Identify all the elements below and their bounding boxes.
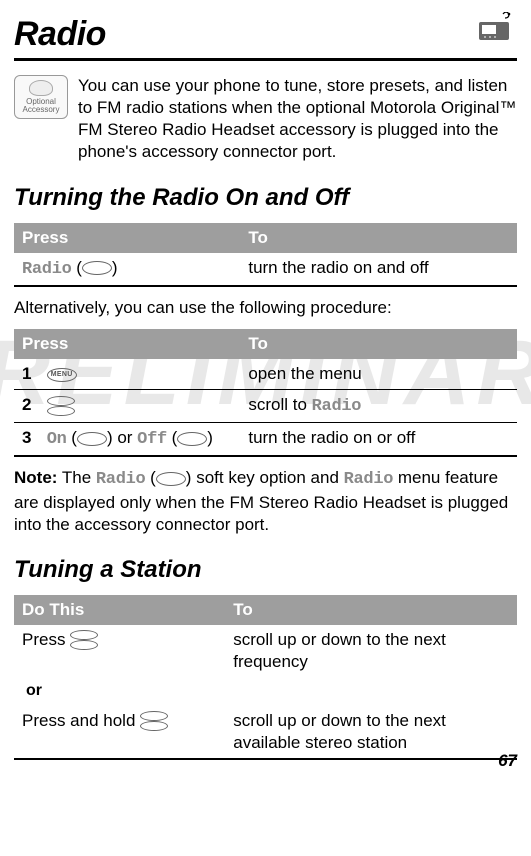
th-press: Press (14, 223, 240, 253)
section-title-on-off: Turning the Radio On and Off (14, 182, 517, 213)
section-title-tuning: Tuning a Station (14, 554, 517, 585)
down-key-icon (47, 406, 75, 416)
note-label: Note: (14, 468, 57, 487)
t2r2-soft: Radio (312, 397, 362, 416)
t3r1-right: scroll up or down to the next frequency (225, 625, 517, 677)
t1-left: Radio () (14, 253, 240, 286)
note-paragraph: Note: The Radio () soft key option and R… (14, 467, 517, 535)
updown-key-icon-2 (70, 630, 98, 650)
intro-text: You can use your phone to tune, store pr… (78, 75, 517, 163)
paren-close: ) (112, 258, 118, 277)
up-key-icon-2 (70, 630, 98, 640)
table-do-this: Do This To Press scroll up or down to th… (14, 595, 517, 760)
th-press-2: Press (14, 329, 240, 359)
updown-key-icon-3 (140, 711, 168, 731)
updown-key-icon (47, 396, 75, 416)
t2r2-right: scroll to Radio (240, 390, 517, 423)
optional-accessory-badge: Optional Accessory (14, 75, 68, 119)
t2r2-pre: scroll to (248, 395, 311, 414)
softkey-icon (82, 261, 112, 275)
phone-radio-icon (475, 12, 517, 42)
page-title: Radio (14, 12, 106, 56)
step-2-num: 2 (22, 394, 42, 416)
note-t1: The (57, 468, 95, 487)
down-key-icon-3 (140, 721, 168, 731)
t2r3-left: 3 On () or Off () (14, 423, 240, 457)
t3r1-press: Press (22, 630, 70, 649)
step-1-num: 1 (22, 363, 42, 385)
t3r2-left: Press and hold (14, 706, 225, 759)
up-key-icon (47, 396, 75, 406)
table-press-to-2: Press To 1 open the menu 2 (14, 329, 517, 457)
softkey-on: On (47, 430, 67, 449)
t2r3-right: turn the radio on or off (240, 423, 517, 457)
th-to-2: To (240, 329, 517, 359)
t1-right: turn the radio on and off (240, 253, 517, 286)
softkey-icon-4 (156, 472, 186, 486)
t2r2-left: 2 (14, 390, 240, 423)
th-dothis: Do This (14, 595, 225, 625)
t2r1-right: open the menu (240, 359, 517, 390)
softkey-icon-3 (177, 432, 207, 446)
note-soft1: Radio (96, 470, 146, 489)
t3r2-right: scroll up or down to the next available … (225, 706, 517, 759)
or-text: or (113, 428, 138, 447)
alt-procedure-text: Alternatively, you can use the following… (14, 297, 517, 319)
t3r1-left: Press (14, 625, 225, 677)
t2r1-left: 1 (14, 359, 240, 390)
note-soft2: Radio (344, 470, 394, 489)
table-press-to-1: Press To Radio () turn the radio on and … (14, 223, 517, 287)
note-t2: soft key option and (191, 468, 343, 487)
softkey-radio: Radio (22, 260, 72, 279)
or-separator: or (14, 677, 517, 706)
down-key-icon-2 (70, 640, 98, 650)
th-to-3: To (225, 595, 517, 625)
badge-line2: Accessory (23, 106, 60, 114)
softkey-off: Off (137, 430, 167, 449)
th-to: To (240, 223, 517, 253)
menu-key-icon (47, 368, 77, 382)
t3r2-press: Press and hold (22, 711, 140, 730)
softkey-icon-2 (77, 432, 107, 446)
badge-face-icon (29, 80, 53, 96)
up-key-icon-3 (140, 711, 168, 721)
title-rule (14, 58, 517, 61)
step-3-num: 3 (22, 427, 42, 449)
